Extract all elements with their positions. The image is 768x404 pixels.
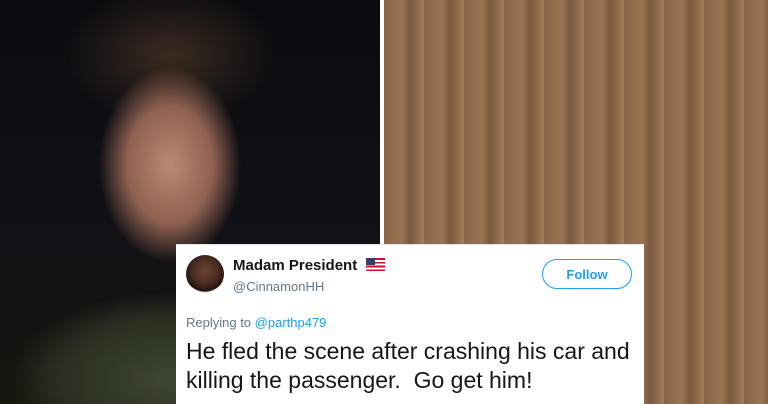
tweet-text-line: killing the passenger. Go get him! — [186, 367, 533, 393]
tweet-text: He fled the scene after crashing his car… — [186, 337, 636, 395]
user-handle[interactable]: @CinnamonHH — [233, 279, 324, 294]
tweet-card: Madam President @CinnamonHH Follow Reply… — [176, 244, 644, 404]
replying-to-line: Replying to @parthp479 — [186, 315, 326, 330]
tweet-text-line: He fled the scene after crashing his car… — [186, 338, 630, 364]
follow-button[interactable]: Follow — [542, 259, 632, 289]
replying-prefix: Replying to — [186, 315, 255, 330]
replying-to-link[interactable]: @parthp479 — [255, 315, 327, 330]
us-flag-icon — [366, 258, 385, 271]
display-name[interactable]: Madam President — [233, 257, 357, 274]
avatar[interactable] — [186, 255, 224, 293]
